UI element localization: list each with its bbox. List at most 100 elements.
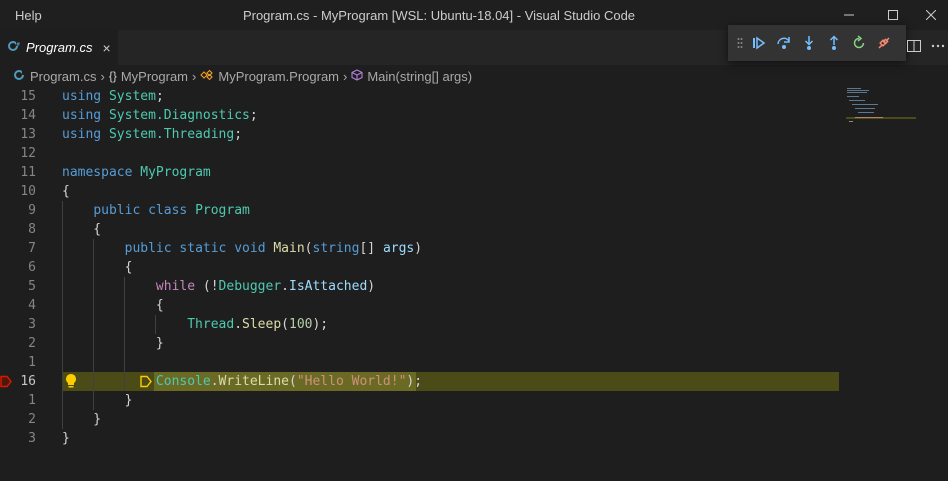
- code-line: 14 using System.Diagnostics;: [0, 106, 948, 125]
- code-text: public class Program: [62, 201, 250, 220]
- code-text: public static void Main(string[] args): [62, 239, 422, 258]
- code-token: ): [367, 279, 376, 294]
- close-window-button[interactable]: [914, 0, 948, 30]
- code-token: System.Threading: [108, 127, 235, 142]
- code-text: {: [62, 220, 101, 239]
- code-line: 3}: [0, 429, 948, 448]
- code-token: void: [234, 241, 266, 256]
- code-line: 8 {: [0, 220, 948, 239]
- code-editor[interactable]: 15 using System; 14 using System.Diagnostic…: [0, 87, 948, 481]
- code-token: );: [406, 374, 423, 389]
- close-icon: [926, 10, 936, 20]
- line-number: 15: [20, 89, 36, 104]
- code-token: []: [359, 241, 383, 256]
- chevron-right-icon: ›: [100, 68, 105, 84]
- code-line: 4 {: [0, 296, 948, 315]
- line-number: 3: [28, 431, 36, 446]
- code-token: using: [62, 89, 102, 104]
- namespace-icon: {}: [108, 69, 117, 83]
- split-editor-icon[interactable]: [906, 38, 922, 54]
- breadcrumb-method-label: Main(string[] args): [367, 68, 473, 84]
- code-token: string: [312, 241, 360, 256]
- step-into-button[interactable]: [796, 32, 821, 54]
- line-number: 9: [28, 203, 36, 218]
- step-over-button[interactable]: [771, 32, 796, 54]
- breadcrumb-file[interactable]: Program.cs: [14, 69, 96, 84]
- current-execution-arrow-icon: [140, 375, 152, 388]
- code-text: {: [62, 258, 133, 277]
- line-number: 5: [28, 279, 36, 294]
- code-token: (: [281, 317, 289, 332]
- breadcrumb-class[interactable]: MyProgram.Program: [200, 69, 339, 84]
- code-line: 2 }: [0, 334, 948, 353]
- line-number: 13: [20, 127, 36, 142]
- tab-program-cs[interactable]: # Program.cs ×: [0, 30, 118, 65]
- line-number: 6: [28, 260, 36, 275]
- code-token: .: [234, 317, 243, 332]
- code-token: Debugger: [218, 279, 282, 294]
- disconnect-button[interactable]: [871, 32, 896, 54]
- csharp-file-icon: #: [8, 40, 22, 55]
- line-number: 12: [20, 146, 36, 161]
- code-token: Sleep: [242, 317, 282, 332]
- code-token: ;: [155, 89, 164, 104]
- line-number: 11: [20, 165, 36, 180]
- line-number: 8: [28, 222, 36, 237]
- code-token: using: [62, 127, 102, 142]
- line-number: 1: [28, 355, 36, 370]
- disconnect-icon: [877, 37, 890, 49]
- breadcrumb-namespace[interactable]: {} MyProgram: [109, 69, 188, 84]
- step-over-icon: [776, 37, 790, 49]
- code-line: 3 Thread.Sleep(100);: [0, 315, 948, 334]
- step-out-button[interactable]: [821, 32, 846, 54]
- restart-button[interactable]: [846, 32, 871, 54]
- code-token: Main: [273, 241, 305, 256]
- code-token: System: [108, 89, 156, 104]
- breadcrumb: Program.cs › {} MyProgram › MyProgram.Pr…: [0, 65, 948, 87]
- code-token: System.Diagnostics: [108, 108, 250, 123]
- breadcrumb-method[interactable]: Main(string[] args): [351, 69, 472, 84]
- code-text: }: [62, 410, 101, 429]
- code-line: 12: [0, 144, 948, 163]
- line-number: 2: [28, 412, 36, 427]
- breakpoint-icon[interactable]: [0, 375, 12, 388]
- code-token: public: [93, 203, 141, 218]
- code-line: 5 while (!Debugger.IsAttached): [0, 277, 948, 296]
- restart-icon: [853, 35, 864, 49]
- minimap[interactable]: [846, 87, 916, 127]
- maximize-icon: [888, 10, 898, 20]
- chevron-right-icon: ›: [192, 68, 197, 84]
- more-actions-icon[interactable]: [930, 38, 946, 54]
- code-line: 2 }: [0, 410, 948, 429]
- code-text: {: [62, 296, 164, 315]
- lightbulb-icon[interactable]: [64, 373, 78, 389]
- continue-button[interactable]: [746, 32, 771, 54]
- code-text: using System;: [62, 87, 164, 106]
- code-token: }: [62, 336, 164, 351]
- code-text: using System.Diagnostics;: [62, 106, 258, 125]
- code-token: {: [62, 298, 164, 313]
- tab-close-icon[interactable]: ×: [102, 40, 110, 56]
- code-token: }: [62, 393, 133, 408]
- line-number: 4: [28, 298, 36, 313]
- grip-icon[interactable]: [734, 33, 746, 53]
- code-token: ;: [249, 108, 258, 123]
- minimize-icon: [844, 14, 854, 16]
- code-line: 15 using System;: [0, 87, 948, 106]
- code-line: 13 using System.Threading;: [0, 125, 948, 144]
- line-number: 7: [28, 241, 36, 256]
- breadcrumb-class-label: MyProgram.Program: [218, 68, 339, 84]
- code-token: static: [179, 241, 227, 256]
- line-number: 3: [28, 317, 36, 332]
- code-token: {: [62, 260, 133, 275]
- continue-icon: [752, 36, 765, 50]
- code-token: public: [124, 241, 172, 256]
